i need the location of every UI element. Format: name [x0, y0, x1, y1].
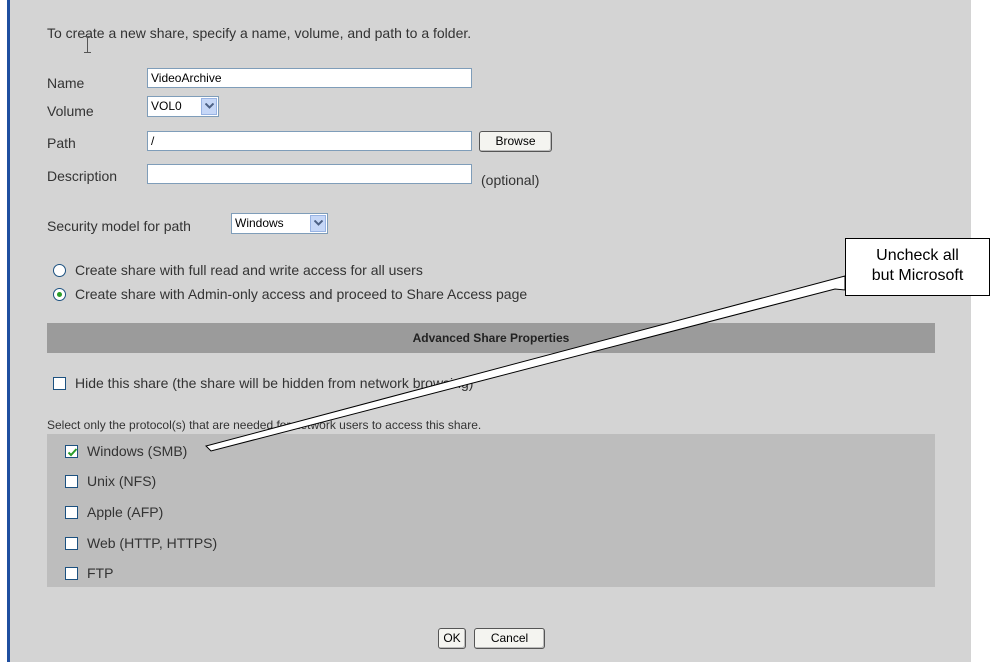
advanced-share-properties-header: Advanced Share Properties — [47, 323, 935, 353]
path-label: Path — [47, 135, 76, 151]
name-input[interactable]: VideoArchive — [147, 68, 472, 88]
name-label: Name — [47, 75, 85, 91]
annotation-callout: Uncheck all but Microsoft — [845, 238, 990, 296]
volume-select[interactable]: VOL0 — [147, 96, 219, 117]
radio-full-access[interactable] — [53, 264, 66, 277]
chevron-down-icon[interactable] — [310, 215, 326, 232]
protocol-smb-checkbox[interactable] — [65, 445, 78, 458]
chevron-down-icon[interactable] — [201, 98, 217, 115]
radio-full-access-label: Create share with full read and write ac… — [75, 262, 423, 278]
path-input[interactable]: / — [147, 131, 472, 151]
radio-selected-dot — [57, 292, 62, 297]
name-value: VideoArchive — [151, 71, 222, 85]
volume-value: VOL0 — [151, 99, 182, 113]
callout-line-2: but Microsoft — [871, 267, 964, 284]
security-model-select[interactable]: Windows — [231, 213, 328, 234]
ok-button[interactable]: OK — [438, 628, 466, 649]
right-margin — [971, 0, 1003, 662]
protocol-afp-label: Apple (AFP) — [87, 504, 164, 520]
checkmark-icon — [67, 448, 78, 457]
hide-share-checkbox[interactable] — [53, 377, 66, 390]
security-model-label: Security model for path — [47, 218, 191, 234]
description-input[interactable] — [147, 164, 472, 184]
protocol-nfs-label: Unix (NFS) — [87, 473, 157, 489]
protocol-afp-checkbox[interactable] — [65, 506, 78, 519]
cancel-button[interactable]: Cancel — [474, 628, 545, 649]
text-cursor-icon — [84, 34, 92, 54]
protocol-http-label: Web (HTTP, HTTPS) — [87, 535, 218, 551]
optional-note: (optional) — [481, 172, 540, 188]
protocol-ftp-label: FTP — [87, 565, 114, 581]
radio-admin-only-label: Create share with Admin-only access and … — [75, 286, 528, 302]
radio-admin-only[interactable] — [53, 288, 66, 301]
intro-text: To create a new share, specify a name, v… — [47, 25, 472, 41]
path-value: / — [151, 134, 155, 148]
callout-line-1: Uncheck all — [876, 247, 959, 264]
protocol-smb-label: Windows (SMB) — [87, 443, 188, 459]
hide-share-label: Hide this share (the share will be hidde… — [75, 375, 474, 391]
volume-label: Volume — [47, 103, 94, 119]
protocol-prompt: Select only the protocol(s) that are nee… — [47, 418, 482, 432]
description-label: Description — [47, 168, 118, 184]
security-model-value: Windows — [235, 216, 284, 230]
protocol-http-checkbox[interactable] — [65, 537, 78, 550]
protocol-nfs-checkbox[interactable] — [65, 475, 78, 488]
browse-button[interactable]: Browse — [479, 131, 552, 152]
protocol-ftp-checkbox[interactable] — [65, 567, 78, 580]
